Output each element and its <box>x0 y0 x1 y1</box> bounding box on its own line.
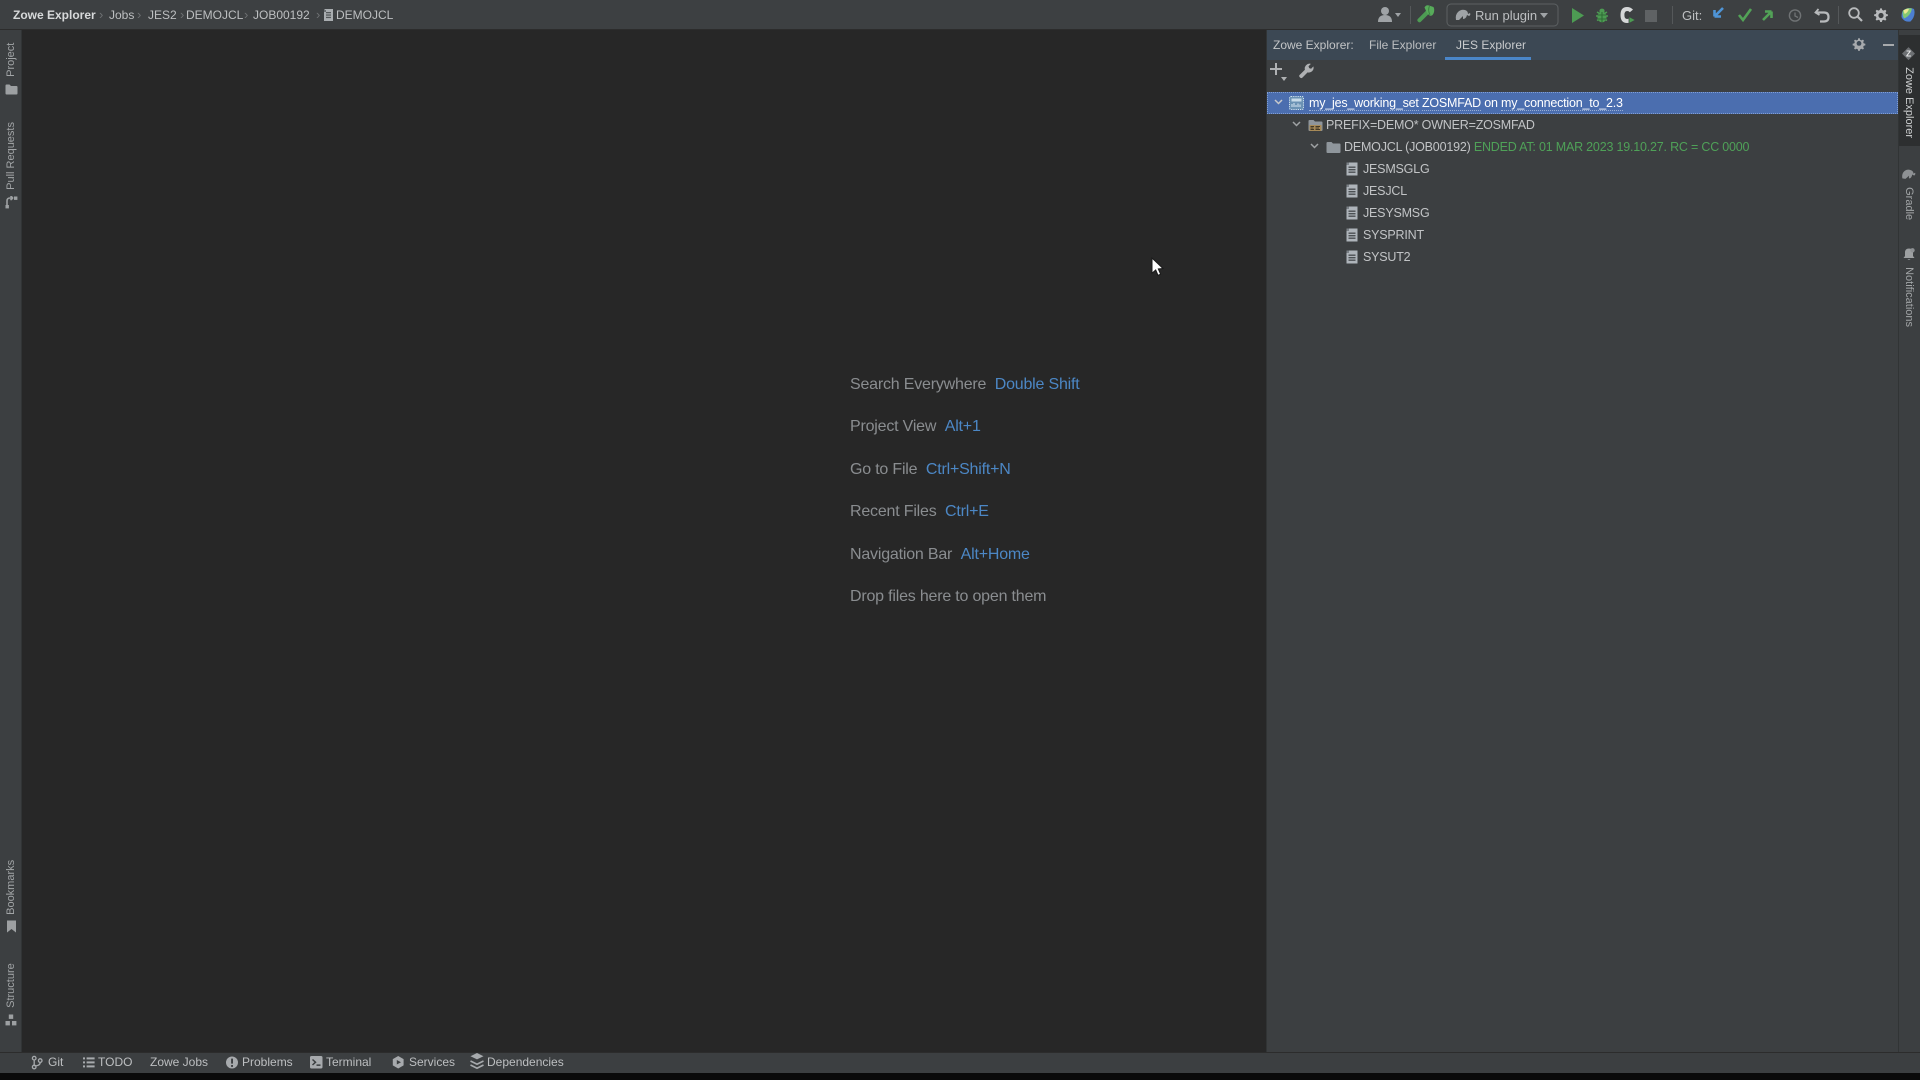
svg-text:Git:: Git: <box>1682 8 1702 23</box>
svg-text:Z: Z <box>1906 49 1911 59</box>
svg-text:Run plugin: Run plugin <box>1475 8 1537 23</box>
